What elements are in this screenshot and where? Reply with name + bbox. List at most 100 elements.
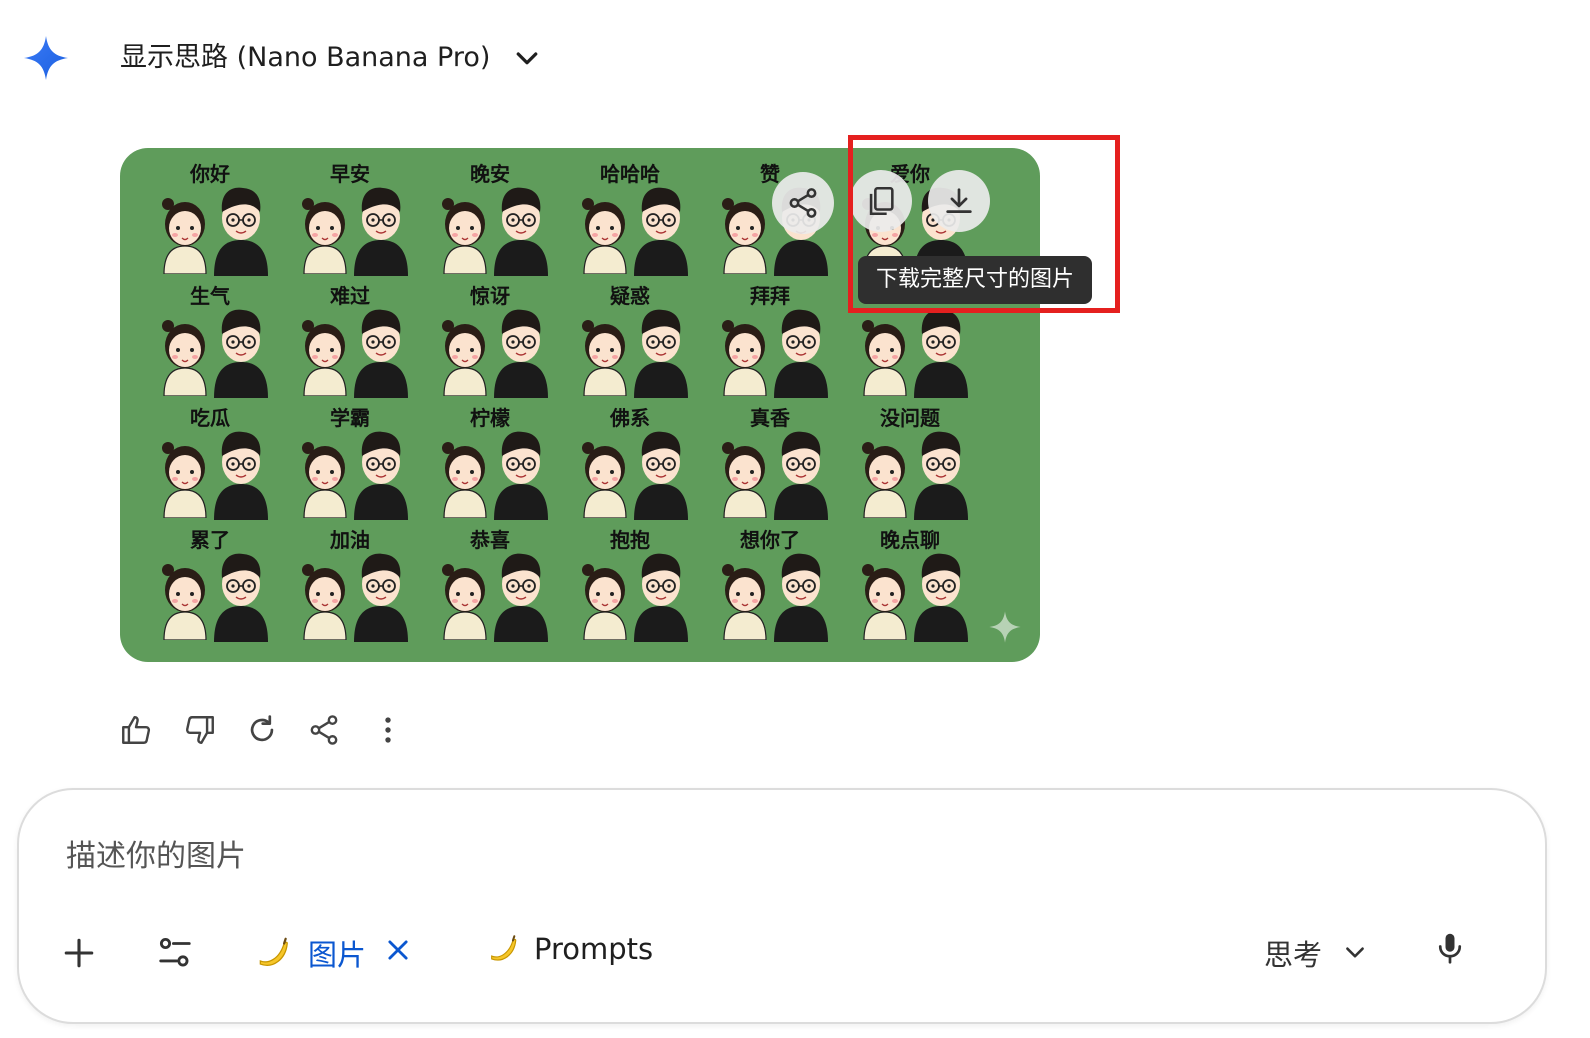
image-mode-chip[interactable]: 图片 xyxy=(254,932,366,974)
sticker-cell: 早安 xyxy=(280,154,420,276)
sticker-cell: 晚安 xyxy=(420,154,560,276)
thumb-down-button[interactable] xyxy=(180,710,220,750)
sticker-caption: 晚点聊 xyxy=(880,528,940,552)
boy-character-illustration xyxy=(774,309,828,398)
girl-character-illustration xyxy=(162,198,207,274)
boy-character-illustration xyxy=(214,187,268,276)
gemini-sparkle-icon xyxy=(24,36,68,80)
boy-character-illustration xyxy=(354,187,408,276)
prompt-composer xyxy=(17,788,1547,1024)
sticker-caption: 没问题 xyxy=(880,406,940,430)
sticker-cell: 加油 xyxy=(280,520,420,642)
add-button[interactable] xyxy=(62,936,96,970)
sticker-cell: 抱抱 xyxy=(560,520,700,642)
girl-character-illustration xyxy=(722,442,767,518)
banana-icon xyxy=(259,937,288,966)
sticker-cell: 想你了 xyxy=(700,520,840,642)
chevron-down-icon xyxy=(1346,947,1364,958)
thumb-up-icon xyxy=(122,716,151,744)
girl-character-illustration xyxy=(442,442,487,518)
highlight-annotation-box xyxy=(848,135,1120,313)
sticker-caption: 你好 xyxy=(190,162,230,186)
girl-character-illustration xyxy=(582,442,627,518)
girl-character-illustration xyxy=(442,320,487,396)
girl-character-illustration xyxy=(442,564,487,640)
sticker-cell: 你好 xyxy=(140,154,280,276)
girl-character-illustration xyxy=(722,564,767,640)
sticker-caption: 真香 xyxy=(750,406,790,430)
sticker-caption: 柠檬 xyxy=(470,406,510,430)
sticker-cell: 拜拜 xyxy=(700,276,840,398)
image-chip-label: 图片 xyxy=(308,938,367,972)
sticker-caption: 吃瓜 xyxy=(190,406,230,430)
boy-character-illustration xyxy=(634,309,688,398)
sticker-caption: 疑惑 xyxy=(610,284,650,308)
mode-label: 思考 xyxy=(1264,938,1323,972)
sticker-cell: 哈哈哈 xyxy=(560,154,700,276)
remove-image-mode-button[interactable] xyxy=(384,936,412,964)
share-button[interactable] xyxy=(304,710,344,750)
sticker-caption: 恭喜 xyxy=(470,528,510,552)
boy-character-illustration xyxy=(214,553,268,642)
microphone-icon xyxy=(1438,933,1462,964)
tools-button[interactable] xyxy=(156,934,194,972)
girl-character-illustration xyxy=(582,198,627,274)
boy-character-illustration xyxy=(914,309,968,398)
image-share-button[interactable] xyxy=(772,172,834,234)
sticker-caption: 生气 xyxy=(190,284,230,308)
sticker-caption: 想你了 xyxy=(740,528,800,552)
sticker-caption: 难过 xyxy=(330,284,370,308)
boy-character-illustration xyxy=(354,553,408,642)
prompts-label: Prompts xyxy=(534,932,654,966)
sticker-caption: 惊讶 xyxy=(470,284,510,308)
girl-character-illustration xyxy=(162,442,207,518)
sticker-caption: 哈哈哈 xyxy=(600,162,660,186)
boy-character-illustration xyxy=(214,309,268,398)
girl-character-illustration xyxy=(302,320,347,396)
mode-selector[interactable]: 思考 xyxy=(1264,932,1368,974)
sticker-caption: 累了 xyxy=(190,528,230,552)
plus-icon xyxy=(64,938,94,968)
sticker-caption: 抱抱 xyxy=(610,528,650,552)
girl-character-illustration xyxy=(582,564,627,640)
boy-character-illustration xyxy=(774,553,828,642)
sticker-cell: 学霸 xyxy=(280,398,420,520)
boy-character-illustration xyxy=(494,309,548,398)
sticker-cell: 晚点聊 xyxy=(840,520,980,642)
prompts-button[interactable]: Prompts xyxy=(486,932,653,966)
close-icon xyxy=(388,940,408,960)
microphone-button[interactable] xyxy=(1432,930,1468,966)
boy-character-illustration xyxy=(634,553,688,642)
regenerate-button[interactable] xyxy=(242,710,282,750)
boy-character-illustration xyxy=(354,309,408,398)
boy-character-illustration xyxy=(774,431,828,520)
sticker-caption: 加油 xyxy=(330,528,370,552)
boy-character-illustration xyxy=(634,187,688,276)
banana-icon xyxy=(491,935,517,961)
girl-character-illustration xyxy=(862,320,907,396)
boy-character-illustration xyxy=(914,553,968,642)
sticker-caption: 拜拜 xyxy=(750,284,790,308)
girl-character-illustration xyxy=(442,198,487,274)
more-options-button[interactable] xyxy=(368,710,408,750)
girl-character-illustration xyxy=(302,442,347,518)
sticker-cell: 柠檬 xyxy=(420,398,560,520)
model-title[interactable]: 显示思路 (Nano Banana Pro) xyxy=(120,38,490,78)
boy-character-illustration xyxy=(914,431,968,520)
boy-character-illustration xyxy=(214,431,268,520)
sticker-cell: 难过 xyxy=(280,276,420,398)
boy-character-illustration xyxy=(494,553,548,642)
girl-character-illustration xyxy=(722,320,767,396)
sticker-cell: 生气 xyxy=(140,276,280,398)
sticker-cell: 累了 xyxy=(140,520,280,642)
girl-character-illustration xyxy=(722,198,767,274)
thumb-down-icon xyxy=(185,716,214,744)
chevron-down-icon[interactable] xyxy=(512,44,542,74)
prompt-input[interactable] xyxy=(64,830,1268,882)
tune-icon xyxy=(159,937,191,967)
girl-character-illustration xyxy=(862,442,907,518)
sticker-caption: 学霸 xyxy=(330,406,370,430)
redo-icon xyxy=(250,715,274,742)
thumb-up-button[interactable] xyxy=(116,710,156,750)
sticker-caption: 早安 xyxy=(330,162,370,186)
